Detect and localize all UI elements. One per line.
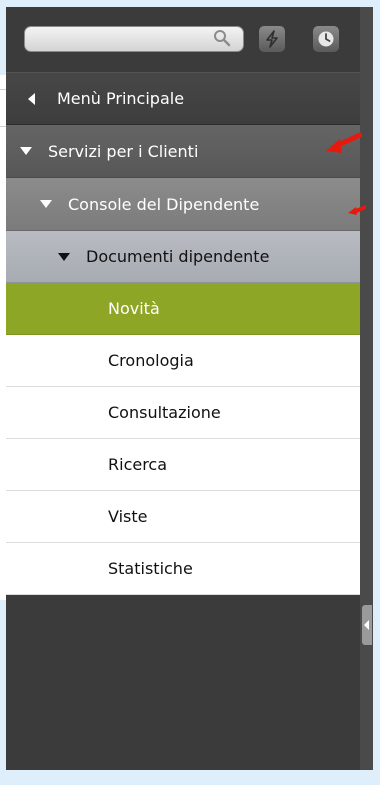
quick-actions-button[interactable] (259, 26, 285, 52)
expanded-arrow-icon (58, 252, 70, 261)
sidebar-divider (360, 7, 373, 770)
menu-item-label: Servizi per i Clienti (48, 141, 199, 161)
menu-item-search[interactable]: Ricerca (6, 439, 360, 491)
navigation-sidebar: Menù Principale Servizi per i Clienti Co… (6, 7, 360, 770)
search-input[interactable] (24, 26, 244, 52)
search-icon (214, 30, 231, 47)
menu-item-employee-documents[interactable]: Documenti dipendente (6, 231, 360, 283)
menu-item-label: Menù Principale (57, 89, 185, 108)
page-frame-top (0, 0, 380, 7)
menu-item-label: Novità (108, 299, 160, 318)
page-frame-bottom (0, 770, 380, 785)
expanded-arrow-icon (40, 200, 52, 208)
annotation-arrow-icon (326, 132, 362, 153)
menu-item-label: Consultazione (108, 403, 221, 422)
collapse-sidebar-handle[interactable] (362, 605, 372, 645)
menu-item-employee-console[interactable]: Console del Dipendente (6, 178, 360, 231)
chevron-left-icon (364, 620, 369, 630)
sidebar-toolbar (6, 7, 360, 72)
menu-item-views[interactable]: Viste (6, 491, 360, 543)
annotation-arrow-icon (348, 205, 366, 215)
clock-icon (318, 31, 334, 47)
menu-item-history[interactable]: Cronologia (6, 335, 360, 387)
history-button[interactable] (313, 26, 339, 52)
menu-item-label: Ricerca (108, 455, 168, 474)
back-arrow-icon (28, 92, 35, 105)
menu-item-news[interactable]: Novità (6, 283, 360, 335)
menu-item-label: Viste (108, 507, 148, 526)
page-frame-right (373, 0, 380, 785)
menu-item-main-menu[interactable]: Menù Principale (6, 72, 360, 125)
menu-item-label: Documenti dipendente (86, 247, 270, 266)
menu-item-label: Console del Dipendente (68, 194, 260, 214)
menu-item-label: Cronologia (108, 351, 194, 370)
menu-item-consultation[interactable]: Consultazione (6, 387, 360, 439)
menu-item-customer-services[interactable]: Servizi per i Clienti (6, 125, 360, 178)
expanded-arrow-icon (20, 147, 32, 155)
menu-item-label: Statistiche (108, 559, 193, 578)
menu-item-statistics[interactable]: Statistiche (6, 543, 360, 595)
lightning-icon (266, 30, 278, 48)
